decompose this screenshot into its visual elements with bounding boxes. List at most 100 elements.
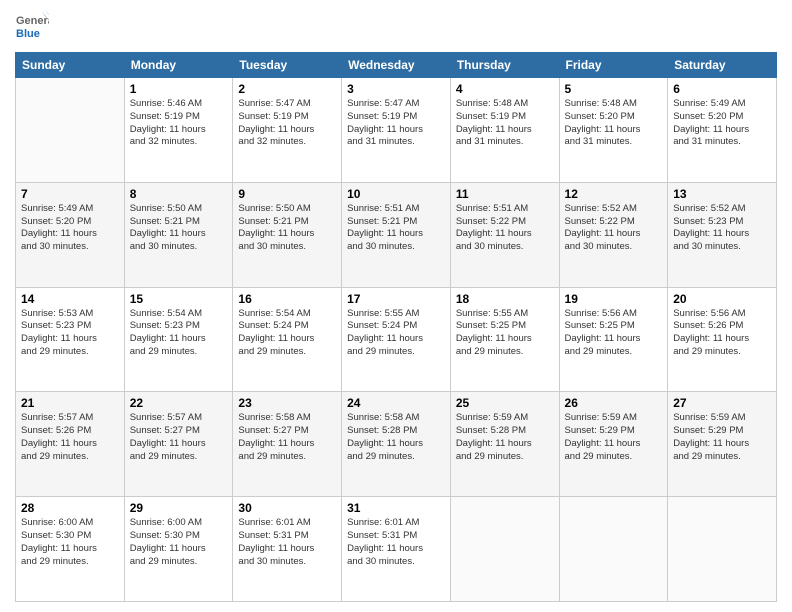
day-number: 13 [673,187,771,201]
day-info: Sunrise: 5:52 AMSunset: 5:22 PMDaylight:… [565,203,663,254]
day-cell: 19 Sunrise: 5:56 AMSunset: 5:25 PMDayligh… [559,287,668,392]
day-info: Sunrise: 6:00 AMSunset: 5:30 PMDaylight:… [21,517,119,568]
day-number: 3 [347,82,445,96]
day-info: Sunrise: 5:47 AMSunset: 5:19 PMDaylight:… [347,98,445,149]
day-number: 26 [565,396,663,410]
day-cell: 20 Sunrise: 5:56 AMSunset: 5:26 PMDayligh… [668,287,777,392]
page: General Blue SundayMondayTuesdayWednesda… [0,0,792,612]
day-number: 22 [130,396,228,410]
day-number: 31 [347,501,445,515]
day-cell: 12Sunrise: 5:52 AMSunset: 5:22 PMDayligh… [559,182,668,287]
day-info: Sunrise: 5:49 AMSunset: 5:20 PMDaylight:… [673,98,771,149]
day-info: Sunrise: 5:59 AMSunset: 5:28 PMDaylight:… [456,412,554,463]
weekday-header-thursday: Thursday [450,53,559,78]
day-info: Sunrise: 5:58 AMSunset: 5:27 PMDaylight:… [238,412,336,463]
day-cell: 1 Sunrise: 5:46 AMSunset: 5:19 PMDaylight… [124,78,233,183]
day-number: 20 [673,292,771,306]
day-cell: 10 Sunrise: 5:51 AMSunset: 5:21 PMDayligh… [342,182,451,287]
day-info: Sunrise: 5:51 AMSunset: 5:21 PMDaylight:… [347,203,445,254]
day-number: 25 [456,396,554,410]
day-cell: 18 Sunrise: 5:55 AMSunset: 5:25 PMDayligh… [450,287,559,392]
weekday-header-sunday: Sunday [16,53,125,78]
day-cell: 16 Sunrise: 5:54 AMSunset: 5:24 PMDayligh… [233,287,342,392]
day-cell: 24Sunrise: 5:58 AMSunset: 5:28 PMDayligh… [342,392,451,497]
day-cell: 26 Sunrise: 5:59 AMSunset: 5:29 PMDayligh… [559,392,668,497]
day-number: 19 [565,292,663,306]
week-row-2: 7 Sunrise: 5:49 AMSunset: 5:20 PMDaylight… [16,182,777,287]
day-cell: 27 Sunrise: 5:59 AMSunset: 5:29 PMDayligh… [668,392,777,497]
day-cell [16,78,125,183]
day-info: Sunrise: 5:48 AMSunset: 5:19 PMDaylight:… [456,98,554,149]
day-cell: 9Sunrise: 5:50 AMSunset: 5:21 PMDaylight… [233,182,342,287]
day-cell [668,497,777,602]
day-cell: 17 Sunrise: 5:55 AMSunset: 5:24 PMDayligh… [342,287,451,392]
day-cell: 4Sunrise: 5:48 AMSunset: 5:19 PMDaylight… [450,78,559,183]
logo: General Blue [15,10,49,44]
day-number: 18 [456,292,554,306]
day-info: Sunrise: 5:56 AMSunset: 5:26 PMDaylight:… [673,308,771,359]
week-row-1: 1 Sunrise: 5:46 AMSunset: 5:19 PMDaylight… [16,78,777,183]
day-number: 24 [347,396,445,410]
day-info: Sunrise: 5:59 AMSunset: 5:29 PMDaylight:… [565,412,663,463]
day-info: Sunrise: 5:56 AMSunset: 5:25 PMDaylight:… [565,308,663,359]
weekday-header-friday: Friday [559,53,668,78]
day-cell: 13Sunrise: 5:52 AMSunset: 5:23 PMDayligh… [668,182,777,287]
day-number: 27 [673,396,771,410]
day-cell: 5Sunrise: 5:48 AMSunset: 5:20 PMDaylight… [559,78,668,183]
day-number: 14 [21,292,119,306]
calendar-table: SundayMondayTuesdayWednesdayThursdayFrid… [15,52,777,602]
day-number: 10 [347,187,445,201]
week-row-4: 21Sunrise: 5:57 AMSunset: 5:26 PMDayligh… [16,392,777,497]
day-cell: 14Sunrise: 5:53 AMSunset: 5:23 PMDayligh… [16,287,125,392]
day-number: 6 [673,82,771,96]
week-row-5: 28Sunrise: 6:00 AMSunset: 5:30 PMDayligh… [16,497,777,602]
weekday-header-monday: Monday [124,53,233,78]
day-cell: 25 Sunrise: 5:59 AMSunset: 5:28 PMDayligh… [450,392,559,497]
day-cell [559,497,668,602]
day-info: Sunrise: 6:00 AMSunset: 5:30 PMDaylight:… [130,517,228,568]
day-number: 16 [238,292,336,306]
day-cell: 23Sunrise: 5:58 AMSunset: 5:27 PMDayligh… [233,392,342,497]
day-cell: 30Sunrise: 6:01 AMSunset: 5:31 PMDayligh… [233,497,342,602]
week-row-3: 14Sunrise: 5:53 AMSunset: 5:23 PMDayligh… [16,287,777,392]
day-number: 29 [130,501,228,515]
day-cell: 2Sunrise: 5:47 AMSunset: 5:19 PMDaylight… [233,78,342,183]
day-info: Sunrise: 5:49 AMSunset: 5:20 PMDaylight:… [21,203,119,254]
day-info: Sunrise: 5:47 AMSunset: 5:19 PMDaylight:… [238,98,336,149]
day-number: 7 [21,187,119,201]
day-cell: 8 Sunrise: 5:50 AMSunset: 5:21 PMDaylight… [124,182,233,287]
day-cell: 15Sunrise: 5:54 AMSunset: 5:23 PMDayligh… [124,287,233,392]
day-info: Sunrise: 5:57 AMSunset: 5:26 PMDaylight:… [21,412,119,463]
svg-text:Blue: Blue [16,28,40,40]
day-cell: 7 Sunrise: 5:49 AMSunset: 5:20 PMDaylight… [16,182,125,287]
day-cell: 31Sunrise: 6:01 AMSunset: 5:31 PMDayligh… [342,497,451,602]
day-cell [450,497,559,602]
weekday-header-wednesday: Wednesday [342,53,451,78]
day-info: Sunrise: 5:54 AMSunset: 5:24 PMDaylight:… [238,308,336,359]
day-number: 5 [565,82,663,96]
day-cell: 3 Sunrise: 5:47 AMSunset: 5:19 PMDaylight… [342,78,451,183]
svg-text:General: General [16,15,49,27]
day-info: Sunrise: 5:57 AMSunset: 5:27 PMDaylight:… [130,412,228,463]
weekday-header-row: SundayMondayTuesdayWednesdayThursdayFrid… [16,53,777,78]
day-info: Sunrise: 5:59 AMSunset: 5:29 PMDaylight:… [673,412,771,463]
day-info: Sunrise: 5:50 AMSunset: 5:21 PMDaylight:… [238,203,336,254]
day-info: Sunrise: 5:46 AMSunset: 5:19 PMDaylight:… [130,98,228,149]
weekday-header-tuesday: Tuesday [233,53,342,78]
day-info: Sunrise: 5:50 AMSunset: 5:21 PMDaylight:… [130,203,228,254]
day-number: 15 [130,292,228,306]
day-cell: 6 Sunrise: 5:49 AMSunset: 5:20 PMDaylight… [668,78,777,183]
day-number: 17 [347,292,445,306]
day-number: 8 [130,187,228,201]
day-info: Sunrise: 5:51 AMSunset: 5:22 PMDaylight:… [456,203,554,254]
header: General Blue [15,10,777,44]
day-number: 30 [238,501,336,515]
day-cell: 11 Sunrise: 5:51 AMSunset: 5:22 PMDayligh… [450,182,559,287]
day-cell: 21Sunrise: 5:57 AMSunset: 5:26 PMDayligh… [16,392,125,497]
day-cell: 22 Sunrise: 5:57 AMSunset: 5:27 PMDayligh… [124,392,233,497]
day-cell: 28Sunrise: 6:00 AMSunset: 5:30 PMDayligh… [16,497,125,602]
day-number: 1 [130,82,228,96]
day-number: 11 [456,187,554,201]
day-info: Sunrise: 5:55 AMSunset: 5:25 PMDaylight:… [456,308,554,359]
day-info: Sunrise: 5:55 AMSunset: 5:24 PMDaylight:… [347,308,445,359]
